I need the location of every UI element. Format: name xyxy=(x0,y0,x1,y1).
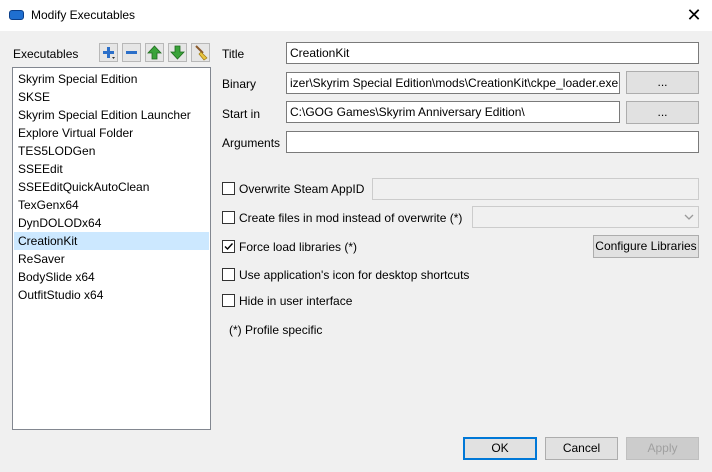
force-load-checkbox[interactable] xyxy=(222,240,235,253)
cancel-button[interactable]: Cancel xyxy=(545,437,618,460)
list-item[interactable]: Explore Virtual Folder xyxy=(14,124,209,142)
binary-browse-button[interactable]: ... xyxy=(626,71,699,94)
startin-label: Start in xyxy=(222,107,261,121)
apply-button: Apply xyxy=(626,437,699,460)
title-input[interactable]: CreationKit xyxy=(286,42,699,64)
app-icon xyxy=(9,10,24,20)
startin-input[interactable]: C:\GOG Games\Skyrim Anniversary Edition\ xyxy=(286,101,620,123)
list-item[interactable]: SKSE xyxy=(14,88,209,106)
list-item[interactable]: OutfitStudio x64 xyxy=(14,286,209,304)
clear-button[interactable] xyxy=(191,43,210,62)
move-up-button[interactable] xyxy=(145,43,164,62)
list-item[interactable]: Skyrim Special Edition xyxy=(14,70,209,88)
arguments-label: Arguments xyxy=(222,136,281,150)
list-item[interactable]: TexGenx64 xyxy=(14,196,209,214)
executables-label: Executables xyxy=(13,47,79,61)
checkmark-icon xyxy=(224,243,234,251)
move-down-icon xyxy=(170,45,185,60)
use-icon-label: Use application's icon for desktop short… xyxy=(239,268,470,282)
arguments-input[interactable] xyxy=(286,131,699,153)
title-label: Title xyxy=(222,47,245,61)
list-item[interactable]: Skyrim Special Edition Launcher xyxy=(14,106,209,124)
overwrite-appid-label: Overwrite Steam AppID xyxy=(239,182,365,196)
list-item[interactable]: DynDOLODx64 xyxy=(14,214,209,232)
use-icon-checkbox[interactable] xyxy=(222,268,235,281)
force-load-label: Force load libraries (*) xyxy=(239,240,358,254)
chevron-down-icon xyxy=(684,214,694,220)
binary-label: Binary xyxy=(222,77,257,91)
list-item[interactable]: ReSaver xyxy=(14,250,209,268)
list-item[interactable]: SSEEdit xyxy=(14,160,209,178)
create-files-label: Create files in mod instead of overwrite… xyxy=(239,211,463,225)
list-item-selected[interactable]: CreationKit xyxy=(14,232,209,250)
create-files-mod-select xyxy=(472,206,699,228)
overwrite-appid-checkbox[interactable] xyxy=(222,182,235,195)
binary-input[interactable]: izer\Skyrim Special Edition\mods\Creatio… xyxy=(286,72,620,94)
close-button[interactable]: ✕ xyxy=(676,0,712,31)
list-item[interactable]: SSEEditQuickAutoClean xyxy=(14,178,209,196)
hide-ui-checkbox[interactable] xyxy=(222,294,235,307)
remove-executable-button[interactable] xyxy=(122,43,141,62)
startin-browse-button[interactable]: ... xyxy=(626,101,699,124)
hide-ui-label: Hide in user interface xyxy=(239,294,353,308)
appid-input xyxy=(372,178,699,200)
add-executable-button[interactable] xyxy=(99,43,118,62)
window-title: Modify Executables xyxy=(31,8,136,22)
move-down-button[interactable] xyxy=(168,43,187,62)
move-up-icon xyxy=(147,45,162,60)
title-bar: Modify Executables ✕ xyxy=(0,0,712,31)
list-item[interactable]: TES5LODGen xyxy=(14,142,209,160)
executables-list[interactable]: Skyrim Special Edition SKSE Skyrim Speci… xyxy=(12,67,211,430)
list-item[interactable]: BodySlide x64 xyxy=(14,268,209,286)
profile-specific-note: (*) Profile specific xyxy=(229,323,323,337)
configure-libraries-button[interactable]: Configure Libraries xyxy=(593,235,699,258)
remove-icon xyxy=(126,51,137,54)
ok-button[interactable]: OK xyxy=(463,437,537,460)
add-icon xyxy=(103,47,115,59)
clear-icon xyxy=(195,45,208,61)
create-files-checkbox[interactable] xyxy=(222,211,235,224)
